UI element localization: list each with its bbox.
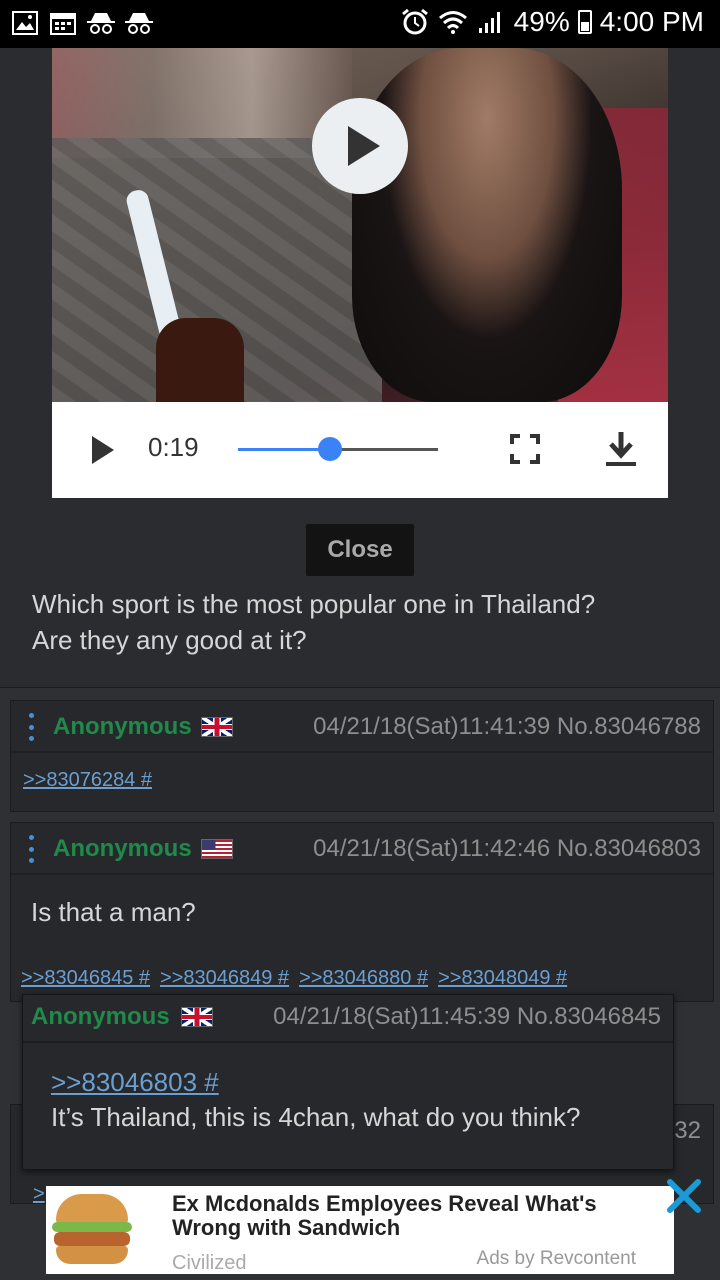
image-icon <box>10 8 40 38</box>
more-menu-icon[interactable] <box>29 835 35 863</box>
battery-percent: 49% <box>513 6 570 37</box>
current-time: 0:19 <box>148 432 199 462</box>
backlink[interactable]: >>83046880 # <box>299 967 428 990</box>
status-bar: 49% 4:00 PM <box>0 0 720 48</box>
more-menu-icon[interactable] <box>29 713 35 741</box>
reply-body: >>83076284 # <box>11 753 713 811</box>
reply-header: Anonymous 04/21/18(Sat)11:41:39 No.83046… <box>11 701 713 753</box>
incognito-icon <box>124 8 154 38</box>
poster-name: Anonymous <box>53 835 192 862</box>
post-meta: 32 <box>674 1117 701 1144</box>
op-comment-line: Are they any good at it? <box>32 625 307 655</box>
play-icon <box>348 126 380 166</box>
seek-thumb[interactable] <box>318 437 342 461</box>
ad-source: Civilized <box>172 1252 247 1274</box>
alarm-icon <box>400 7 430 37</box>
reply-post: Anonymous 04/21/18(Sat)11:42:46 No.83046… <box>10 822 714 1002</box>
us-flag-icon <box>201 839 233 859</box>
signal-icon <box>476 7 506 37</box>
video-play-overlay-button[interactable] <box>312 98 408 194</box>
post-meta: 04/21/18(Sat)11:41:39 No.83046788 <box>313 713 701 740</box>
popup-comment: It’s Thailand, this is 4chan, what do yo… <box>51 1102 581 1132</box>
ad-provider[interactable]: Ads by Revcontent <box>477 1248 636 1270</box>
video-controls: 0:19 <box>52 402 668 498</box>
download-icon[interactable] <box>604 430 638 470</box>
seek-progress <box>238 448 330 451</box>
uk-flag-icon <box>201 717 233 737</box>
ad-title[interactable]: Ex Mcdonalds Employees Reveal What's Wro… <box>172 1192 632 1240</box>
popup-body: >>83046803 # It’s Thailand, this is 4cha… <box>51 1067 661 1133</box>
poster-name: Anonymous <box>53 713 192 740</box>
calendar-icon <box>48 8 78 38</box>
original-post: 0:19 Close Which sport is the most popul… <box>0 48 720 688</box>
quote-link[interactable]: >>83046803 # <box>51 1067 661 1098</box>
poster-name: Anonymous <box>31 1003 170 1030</box>
backlinks: >>83046845 # >>83046849 # >>83046880 # >… <box>21 967 567 990</box>
quote-link[interactable]: >>83076284 # <box>23 769 152 791</box>
close-icon[interactable] <box>664 1176 704 1216</box>
clock-time: 4:00 PM <box>599 6 704 37</box>
video-bottle <box>156 318 244 402</box>
backlink[interactable]: >>83046845 # <box>21 967 150 990</box>
video-subject <box>352 48 622 402</box>
status-right: 49% 4:00 PM <box>400 6 704 38</box>
seek-bar[interactable] <box>238 437 438 461</box>
quote-preview-popup: Anonymous 04/21/18(Sat)11:45:39 No.83046… <box>22 994 674 1170</box>
fullscreen-icon[interactable] <box>510 434 540 464</box>
wifi-icon <box>438 7 468 37</box>
op-comment-line: Which sport is the most popular one in T… <box>32 589 596 619</box>
battery-icon <box>577 10 592 34</box>
reply-header: Anonymous 04/21/18(Sat)11:42:46 No.83046… <box>11 823 713 875</box>
reply-comment: Is that a man? <box>31 897 196 927</box>
ad-banner[interactable]: Ex Mcdonalds Employees Reveal What's Wro… <box>46 1186 674 1274</box>
play-button[interactable] <box>92 436 114 464</box>
reply-post: Anonymous 04/21/18(Sat)11:41:39 No.83046… <box>10 700 714 812</box>
post-meta: 04/21/18(Sat)11:42:46 No.83046803 <box>313 835 701 862</box>
op-comment: Which sport is the most popular one in T… <box>32 586 692 658</box>
incognito-icon <box>86 8 116 38</box>
video-frame[interactable] <box>52 48 668 402</box>
status-left-icons <box>10 8 154 38</box>
uk-flag-icon <box>181 1007 213 1027</box>
backlink[interactable]: >>83046849 # <box>160 967 289 990</box>
reply-body: Is that a man? <box>11 875 713 951</box>
sandwich-icon <box>52 1192 132 1268</box>
quote-link[interactable]: > <box>33 1183 45 1206</box>
popup-header: Anonymous 04/21/18(Sat)11:45:39 No.83046… <box>23 995 673 1043</box>
post-meta: 04/21/18(Sat)11:45:39 No.83046845 <box>273 1003 661 1030</box>
close-button[interactable]: Close <box>306 524 414 576</box>
backlink[interactable]: >>83048049 # <box>438 967 567 990</box>
